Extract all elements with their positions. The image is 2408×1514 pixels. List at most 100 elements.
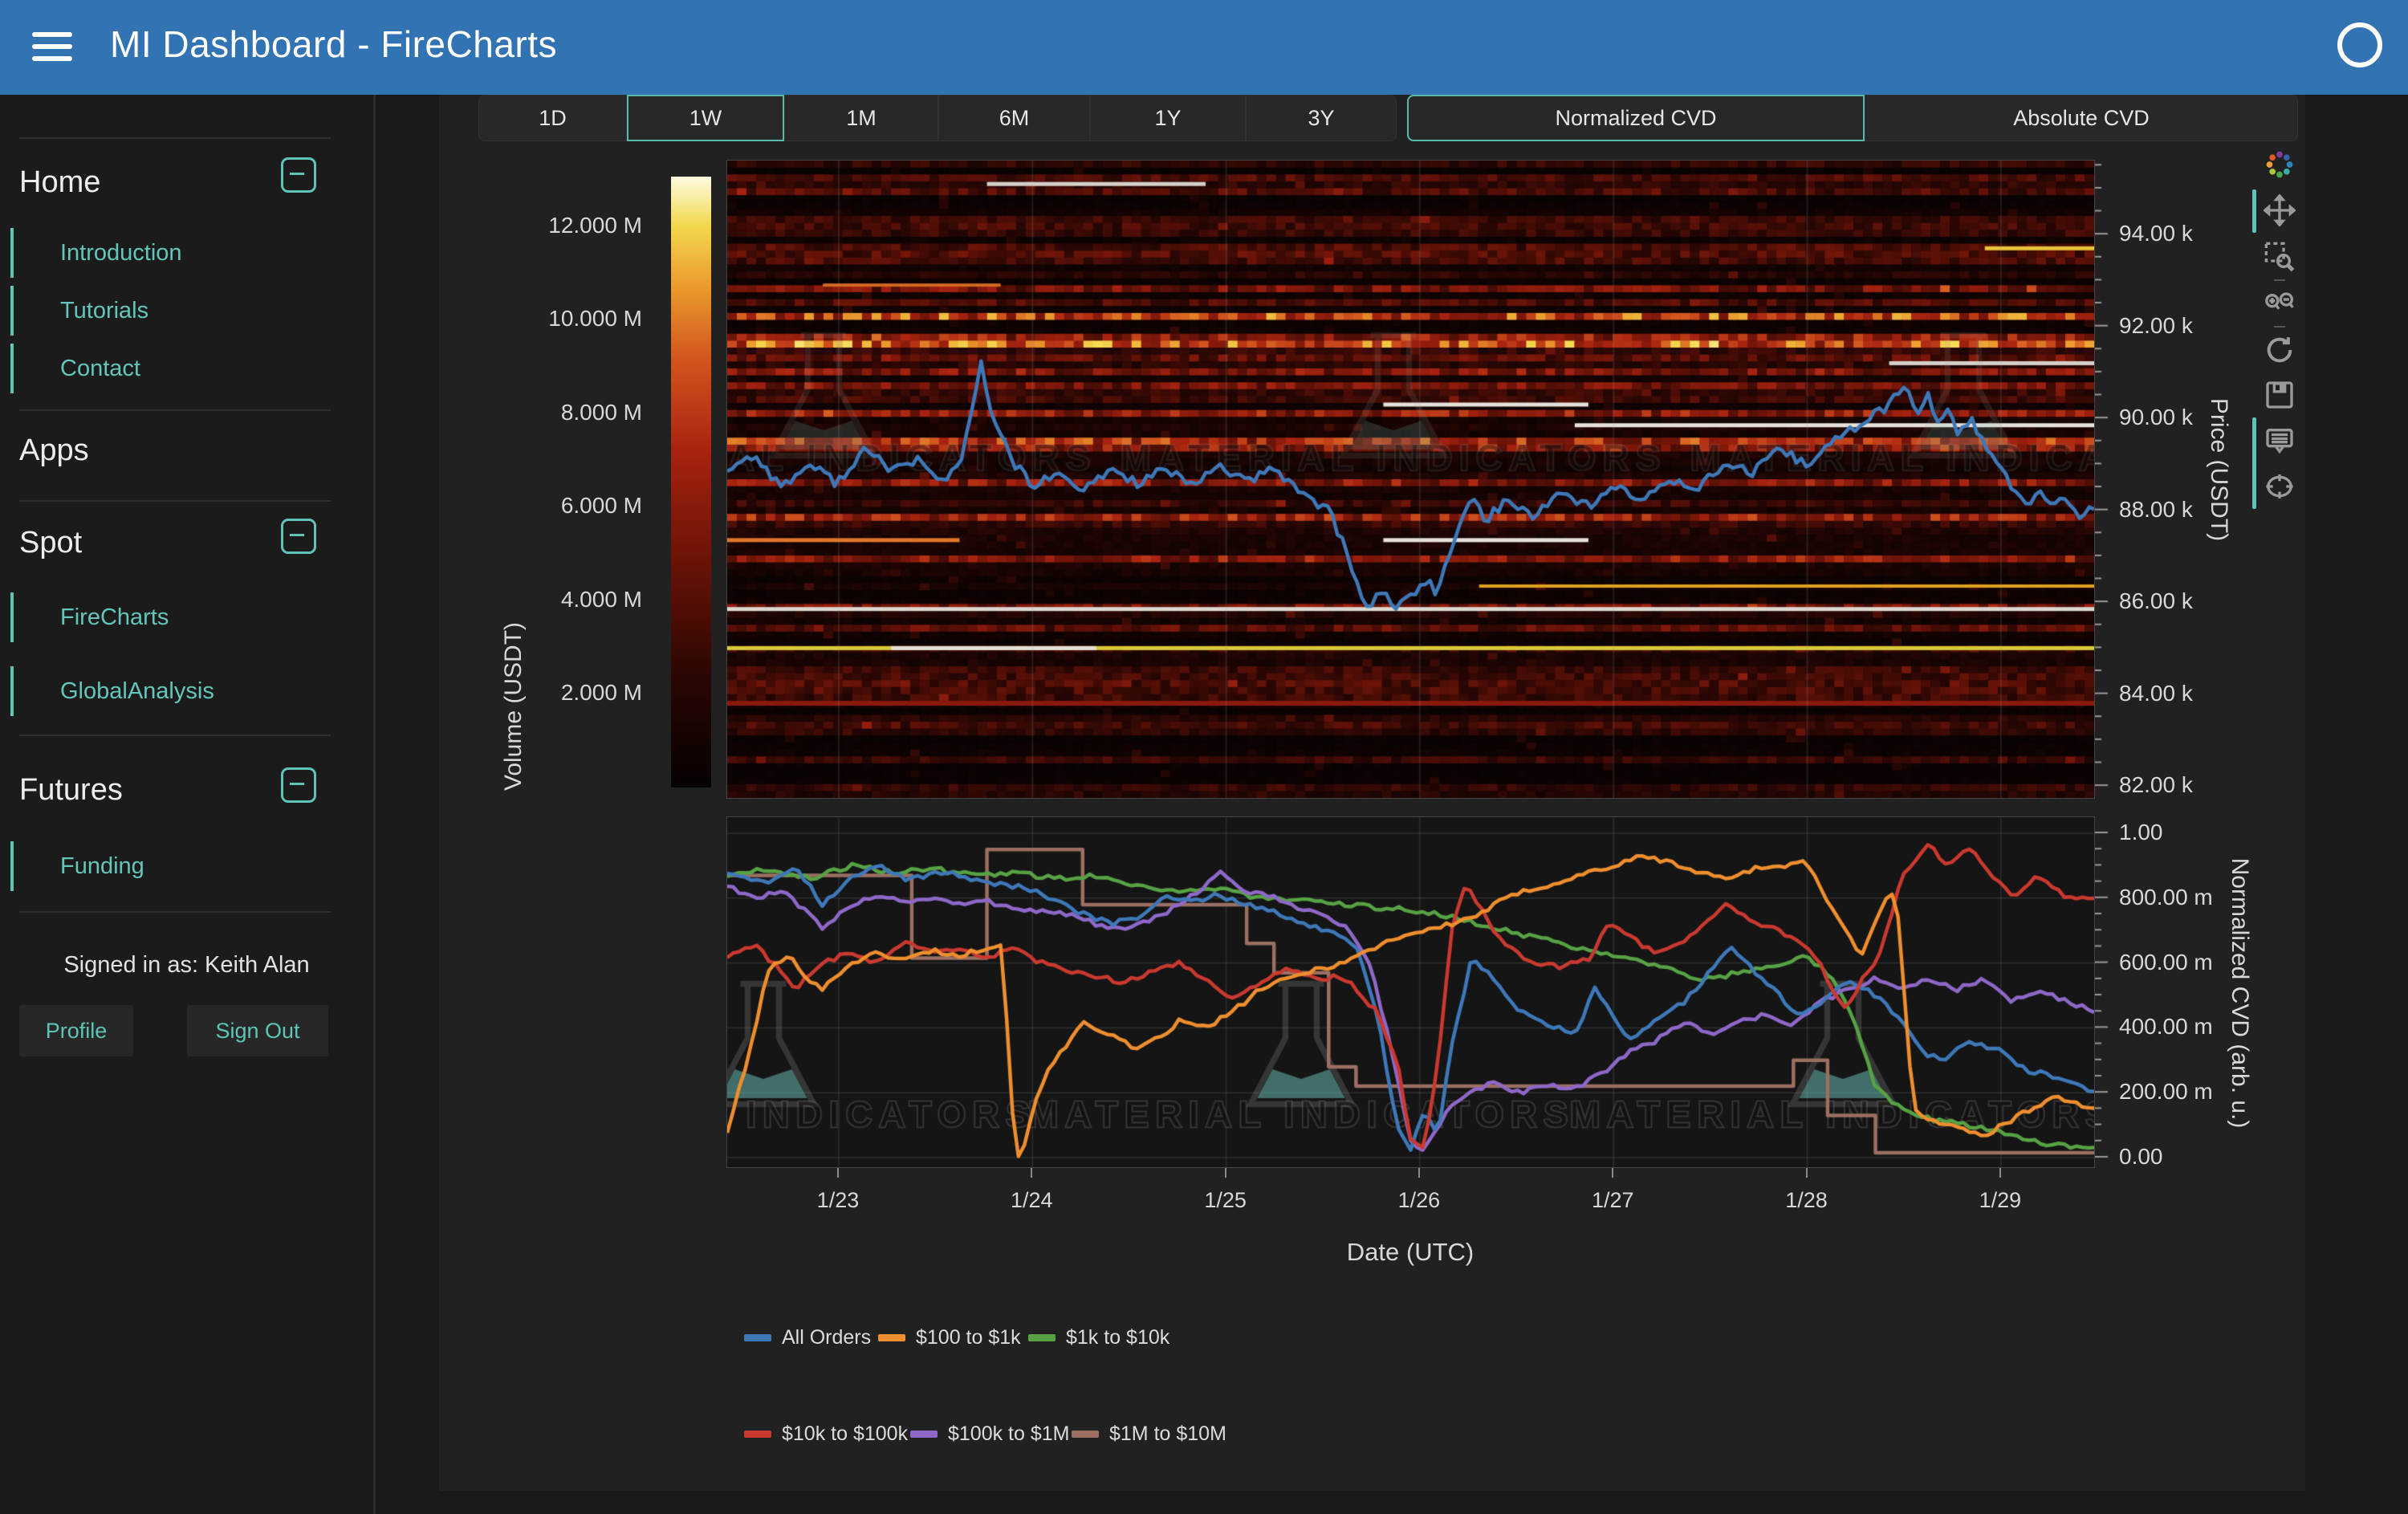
range-1w-button[interactable]: 1W (627, 95, 784, 141)
cvd-chart-canvas[interactable] (726, 816, 2095, 1168)
range-3y-button[interactable]: 3Y (1246, 95, 1397, 141)
sidebar-item-globalanalysis[interactable]: GlobalAnalysis (10, 666, 214, 716)
sidebar-item-funding[interactable]: Funding (10, 841, 144, 891)
date-tick-label: 1/29 (1968, 1188, 2032, 1213)
price-tick-label: 88.00 k (2119, 497, 2193, 523)
cvd-tick-label: 1.00 (2119, 820, 2163, 845)
sidebar-item-tutorials[interactable]: Tutorials (10, 286, 148, 336)
app-header: MI Dashboard - FireCharts (0, 0, 2408, 95)
active-bar (10, 344, 14, 393)
autoscale-icon[interactable] (2264, 334, 2296, 366)
time-range-group: 1D 1W 1M 6M 1Y 3Y (478, 95, 1397, 141)
date-tick-mark (1418, 1168, 1420, 1178)
collapse-spot-button[interactable] (281, 519, 316, 554)
cvd-axis-ticks (2095, 816, 2113, 1166)
range-1d-button[interactable]: 1D (478, 95, 627, 141)
legend-swatch (1028, 1334, 1056, 1341)
date-tick-label: 1/24 (999, 1188, 1064, 1213)
legend-swatch (910, 1431, 938, 1438)
active-bar (10, 228, 14, 278)
date-tick-label: 1/26 (1387, 1188, 1451, 1213)
modebar-active-indicator (2252, 189, 2256, 233)
active-bar (10, 592, 14, 642)
save-icon[interactable] (2264, 379, 2296, 411)
price-axis-title: Price (USDT) (2205, 398, 2232, 541)
modebar-separator (2274, 279, 2285, 281)
sign-out-button[interactable]: Sign Out (187, 1005, 328, 1056)
legend-swatch (744, 1334, 771, 1341)
user-avatar-icon[interactable] (2337, 22, 2382, 67)
sidebar-heading-apps: Apps (19, 433, 89, 468)
range-1y-button[interactable]: 1Y (1090, 95, 1246, 141)
cvd-tick-label: 600.00 m (2119, 950, 2213, 975)
date-tick-label: 1/28 (1775, 1188, 1839, 1213)
date-tick-mark (1806, 1168, 1808, 1178)
divider (19, 735, 331, 736)
date-tick-mark (837, 1168, 839, 1178)
legend-item-100-1k[interactable]: $100 to $1k (878, 1326, 1021, 1349)
cvd-tick-label: 400.00 m (2119, 1014, 2213, 1040)
absolute-cvd-button[interactable]: Absolute CVD (1865, 95, 2298, 141)
divider (19, 409, 331, 411)
colorbar-tick-label: 4.000 M (490, 587, 642, 613)
price-tick-label: 86.00 k (2119, 588, 2193, 614)
cvd-tick-label: 800.00 m (2119, 885, 2213, 910)
colorbar (671, 177, 711, 788)
legend-swatch (744, 1431, 771, 1438)
pan-icon[interactable] (2264, 194, 2296, 226)
legend-swatch (878, 1334, 905, 1341)
legend-item-10k-100k[interactable]: $10k to $100k (744, 1422, 908, 1446)
active-bar (10, 841, 14, 891)
date-tick-label: 1/27 (1580, 1188, 1645, 1213)
sidebar: Home Introduction Tutorials Contact Apps… (0, 95, 376, 1514)
sidebar-heading-spot: Spot (19, 526, 82, 560)
modebar-active-indicator (2252, 417, 2256, 509)
range-1m-button[interactable]: 1M (784, 95, 938, 141)
colorbar-tick-label: 12.000 M (490, 213, 642, 238)
range-6m-button[interactable]: 6M (938, 95, 1090, 141)
price-tick-label: 90.00 k (2119, 405, 2193, 430)
legend-swatch (1072, 1431, 1099, 1438)
box-zoom-icon[interactable] (2264, 241, 2296, 273)
heatmap-canvas[interactable] (726, 160, 2095, 799)
sidebar-item-contact[interactable]: Contact (10, 344, 140, 393)
date-tick-mark (1031, 1168, 1032, 1178)
active-bar (10, 666, 14, 716)
date-axis-title: Date (UTC) (1347, 1238, 1474, 1267)
plotly-logo-icon[interactable] (2264, 149, 2296, 181)
colorbar-tick-label: 10.000 M (490, 306, 642, 332)
sidebar-heading-futures: Futures (19, 773, 123, 808)
collapse-home-button[interactable] (281, 157, 316, 193)
page-title: MI Dashboard - FireCharts (110, 22, 557, 66)
modebar-separator (2274, 326, 2285, 328)
price-tick-label: 92.00 k (2119, 313, 2193, 339)
legend-item-all-orders[interactable]: All Orders (744, 1326, 871, 1349)
divider (19, 500, 331, 502)
legend-item-100k-1m[interactable]: $100k to $1M (910, 1422, 1070, 1446)
normalized-cvd-button[interactable]: Normalized CVD (1407, 95, 1865, 141)
sidebar-heading-home: Home (19, 165, 100, 200)
legend-item-1m-10m[interactable]: $1M to $10M (1072, 1422, 1226, 1446)
cvd-tick-label: 0.00 (2119, 1144, 2163, 1170)
date-tick-mark (1225, 1168, 1226, 1178)
cvd-mode-group: Normalized CVD Absolute CVD (1407, 95, 2298, 141)
date-tick-label: 1/23 (806, 1188, 870, 1213)
cvd-tick-label: 200.00 m (2119, 1079, 2213, 1105)
cvd-axis-title: Normalized CVD (arb. u.) (2226, 858, 2253, 1129)
colorbar-tick-label: 6.000 M (490, 493, 642, 519)
active-bar (10, 286, 14, 336)
sidebar-item-introduction[interactable]: Introduction (10, 228, 182, 278)
price-axis-ticks (2095, 160, 2113, 797)
price-tick-label: 84.00 k (2119, 681, 2193, 706)
legend-item-1k-10k[interactable]: $1k to $10k (1028, 1326, 1169, 1349)
divider (19, 911, 331, 913)
tooltip-icon[interactable] (2264, 425, 2296, 457)
sidebar-item-firecharts[interactable]: FireCharts (10, 592, 169, 642)
divider (19, 137, 331, 139)
menu-icon[interactable] (32, 32, 72, 64)
collapse-futures-button[interactable] (281, 767, 316, 803)
colorbar-axis-title: Volume (USDT) (500, 622, 527, 791)
zoom-in-out-icon[interactable] (2264, 287, 2296, 319)
crosshair-icon[interactable] (2264, 470, 2296, 503)
profile-button[interactable]: Profile (19, 1005, 133, 1056)
